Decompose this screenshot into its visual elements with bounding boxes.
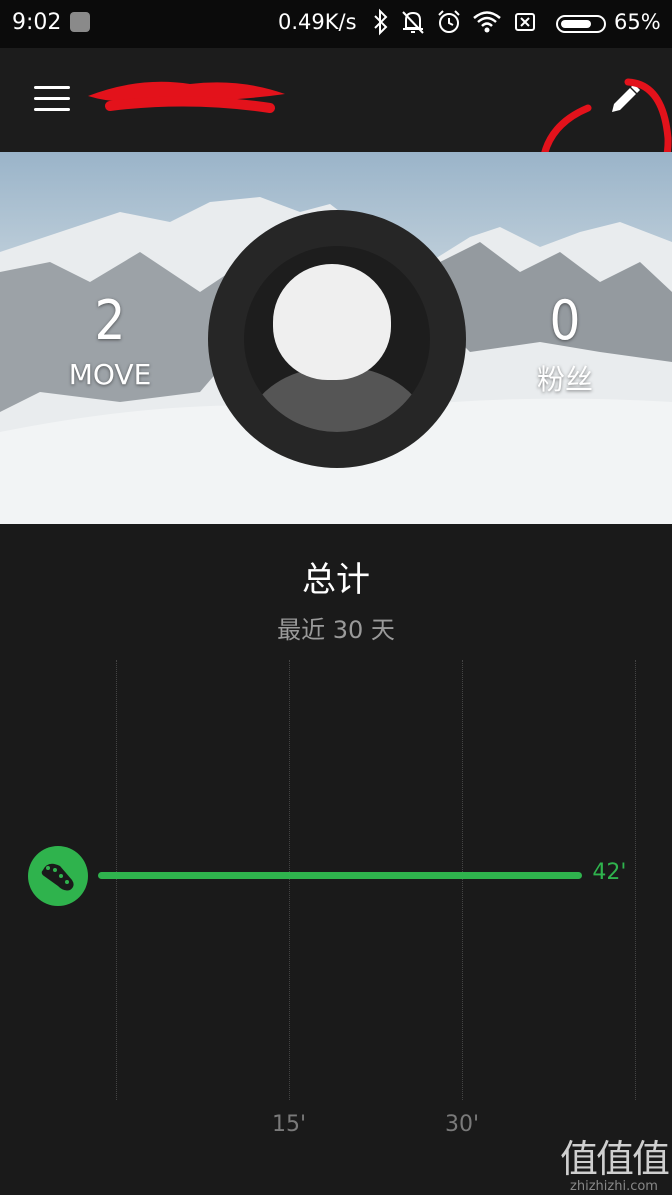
status-icons	[372, 8, 538, 36]
followers-count: 0	[549, 289, 581, 352]
app-bar	[0, 48, 672, 221]
bluetooth-icon	[374, 8, 388, 36]
grid-line	[462, 660, 463, 1100]
x-tick-label: 15'	[271, 1112, 307, 1137]
followers-stat[interactable]: 0 粉丝	[520, 294, 610, 398]
bar-running	[98, 872, 583, 879]
summary-subtitle: 最近 30 天	[277, 616, 395, 644]
sim-off-icon	[515, 13, 535, 31]
profile-header: 2 MOVE 0 粉丝	[0, 152, 672, 524]
grid-line	[635, 660, 636, 1100]
followers-label: 粉丝	[536, 363, 593, 396]
grid-line	[116, 660, 117, 1100]
alarm-icon	[438, 10, 460, 33]
grid-line	[289, 660, 290, 1100]
moves-label: MOVE	[68, 358, 152, 391]
battery-percent: 65%	[614, 10, 661, 34]
running-shoe-icon	[28, 846, 88, 906]
moves-stat[interactable]: 2 MOVE	[62, 289, 158, 392]
watermark-url: zhizhizhi.com	[570, 1179, 658, 1194]
redaction-scribble	[88, 81, 285, 113]
network-speed: 0.49K/s	[278, 10, 357, 34]
x-tick-label: 30'	[444, 1112, 480, 1137]
avatar[interactable]	[208, 210, 466, 468]
bar-value-label: 42'	[592, 860, 627, 885]
status-time: 9:02	[12, 10, 62, 35]
activity-chart: 15' 30' 42'	[0, 650, 672, 1170]
battery-icon	[556, 15, 606, 33]
watermark: 值值值 zhizhizhi.com	[560, 1128, 670, 1194]
avatar-placeholder	[244, 246, 430, 432]
moves-count: 2	[94, 289, 126, 352]
summary-title: 总计	[302, 560, 370, 600]
menu-icon[interactable]	[34, 86, 70, 112]
app-icon	[70, 12, 90, 32]
wifi-icon	[473, 11, 501, 33]
watermark-logo: 值值值	[560, 1137, 670, 1181]
bell-off-icon	[402, 11, 424, 34]
status-bar: 9:02 0.49K/s 65%	[0, 0, 672, 48]
